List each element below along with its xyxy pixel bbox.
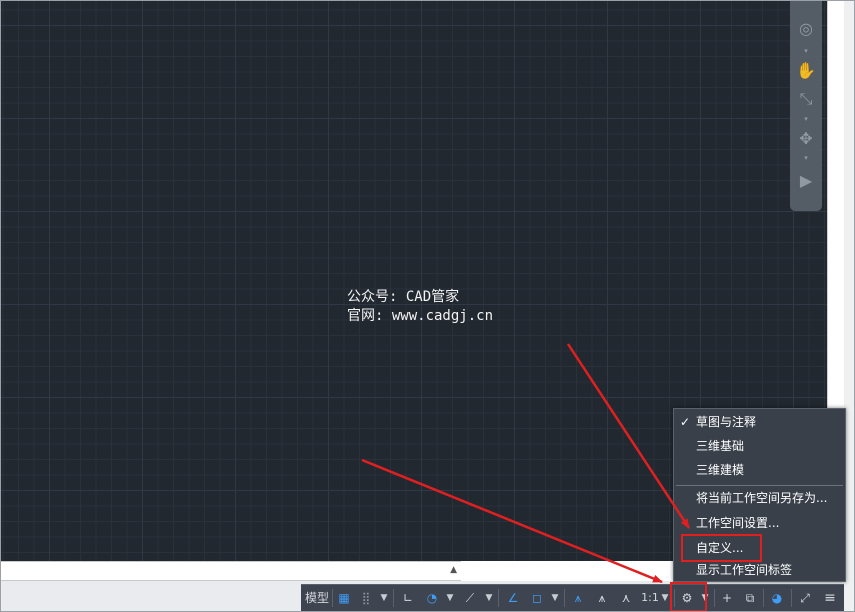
menu-item-label: 显示工作空间标签	[696, 563, 793, 577]
menu-item-3d-modeling[interactable]: 三维建模	[674, 459, 845, 481]
separator-icon: ▾	[804, 47, 808, 55]
menu-item-3d-basics[interactable]: 三维基础	[674, 435, 845, 457]
watermark-line-2: 官网: www.cadgj.cn	[347, 308, 494, 324]
steering-wheel-icon[interactable]: ◎	[796, 19, 816, 39]
showmotion-icon[interactable]: ▶	[796, 171, 816, 191]
scroll-up-arrow-icon[interactable]: ▲	[450, 565, 457, 575]
orbit-icon[interactable]: ✥	[796, 129, 816, 149]
autoscale-icon[interactable]: ⩚	[593, 588, 611, 608]
annotation-scale-icon[interactable]: ⋏	[617, 588, 635, 608]
clean-screen-icon[interactable]: ⤢	[796, 588, 814, 608]
separator	[332, 589, 333, 607]
menu-item-workspace-settings[interactable]: 工作空间设置...	[674, 512, 845, 534]
snap-dropdown-icon[interactable]: ▼	[379, 588, 389, 608]
model-tab[interactable]: 模型	[303, 588, 331, 608]
osnap-dropdown-icon[interactable]: ▼	[550, 588, 560, 608]
annotation-visibility-icon[interactable]: ⩚	[569, 588, 587, 608]
polar-dropdown-icon[interactable]: ▼	[445, 588, 455, 608]
gear-highlight-box	[670, 582, 707, 611]
osnap-track-icon[interactable]: ∠	[504, 588, 522, 608]
separator	[714, 589, 715, 607]
plus-icon[interactable]: +	[718, 588, 736, 608]
pan-hand-icon[interactable]: ✋	[796, 61, 816, 81]
menu-item-label: 三维建模	[696, 463, 745, 477]
menu-item-label: 工作空间设置...	[696, 516, 780, 530]
separator	[393, 589, 394, 607]
status-bar: 模型 ▦ ⣿ ▼ ∟ ◔ ▼ ⟋ ▼ ∠ ◻ ▼ ⩚ ⩚ ⋏ 1:1 ▼ ⚙ ▼…	[301, 584, 844, 611]
zoom-extents-icon[interactable]: ⤡	[796, 89, 816, 109]
hardware-accel-icon[interactable]: ◕	[767, 588, 787, 608]
menu-item-label: 草图与注释	[696, 415, 757, 429]
grid-icon[interactable]: ▦	[335, 588, 353, 608]
scale-dropdown-icon[interactable]: ▼	[660, 588, 670, 608]
scale-label[interactable]: 1:1	[641, 588, 659, 608]
watermark-line-1: 公众号: CAD管家	[347, 289, 460, 305]
snap-icon[interactable]: ⣿	[357, 588, 375, 608]
isodraft-dropdown-icon[interactable]: ▼	[484, 588, 494, 608]
watermark-text: 公众号: CAD管家 官网: www.cadgj.cn	[347, 288, 493, 326]
horizontal-scrollbar[interactable]: ▲	[1, 561, 461, 581]
customize-menu-icon[interactable]: ≡	[820, 588, 840, 608]
separator	[791, 589, 792, 607]
separator	[763, 589, 764, 607]
menu-item-sketch-annotation[interactable]: ✓ 草图与注释	[674, 411, 845, 433]
customize-highlight-box	[681, 534, 762, 562]
check-icon: ✓	[680, 415, 691, 429]
menu-item-label: 将当前工作空间另存为...	[696, 491, 828, 505]
isodraft-icon[interactable]: ⟋	[461, 588, 479, 608]
separator	[564, 589, 565, 607]
app-window: ◎ ▾ ✋ ⤡ ▾ ✥ ▾ ▶ 公众号: CAD管家 官网: www.cadgj…	[0, 0, 855, 612]
polar-icon[interactable]: ◔	[423, 588, 441, 608]
menu-item-label: 三维基础	[696, 439, 745, 453]
separator-icon: ▾	[804, 154, 808, 162]
menu-divider	[676, 485, 843, 486]
separator-icon: ▾	[804, 115, 808, 123]
menu-item-save-workspace-as[interactable]: 将当前工作空间另存为...	[674, 487, 845, 509]
isolate-icon[interactable]: ⧉	[741, 588, 759, 608]
navigation-bar: ◎ ▾ ✋ ⤡ ▾ ✥ ▾ ▶	[790, 1, 822, 211]
ortho-icon[interactable]: ∟	[399, 588, 417, 608]
menu-item-show-workspace-label[interactable]: 显示工作空间标签	[674, 559, 845, 581]
osnap-icon[interactable]: ◻	[528, 588, 546, 608]
separator	[498, 589, 499, 607]
